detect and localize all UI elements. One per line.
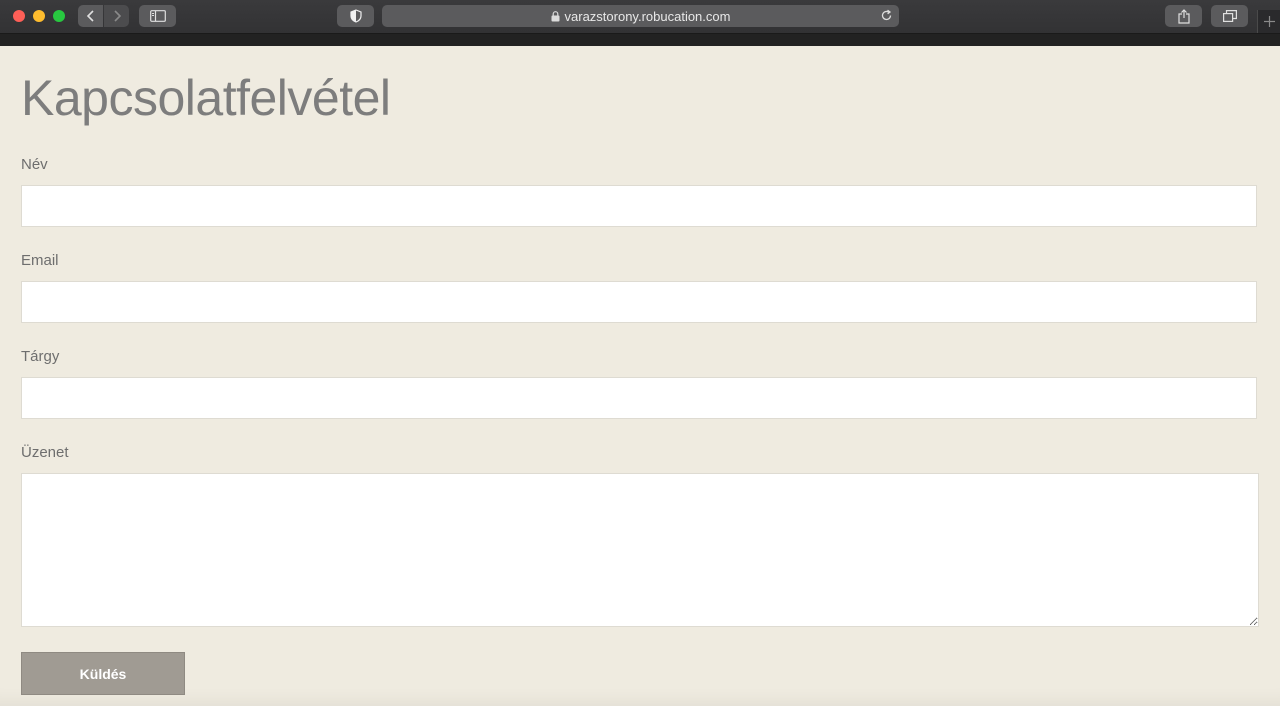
submit-button[interactable]: Küldés bbox=[21, 652, 185, 695]
lock-icon bbox=[551, 10, 560, 22]
window-minimize-button[interactable] bbox=[33, 10, 45, 22]
browser-toolbar: varazstorony.robucation.com bbox=[0, 0, 1280, 34]
forward-button[interactable] bbox=[104, 5, 129, 27]
back-button[interactable] bbox=[78, 5, 103, 27]
name-field[interactable] bbox=[21, 185, 1257, 227]
subject-field[interactable] bbox=[21, 377, 1257, 419]
plus-icon bbox=[1263, 16, 1275, 27]
forward-chevron-icon bbox=[113, 10, 121, 22]
message-label: Üzenet bbox=[21, 444, 69, 461]
window-zoom-button[interactable] bbox=[53, 10, 65, 22]
new-tab-button[interactable] bbox=[1257, 10, 1280, 33]
message-textarea[interactable] bbox=[21, 473, 1259, 627]
web-page-content: Kapcsolatfelvétel Név Email Tárgy Üzenet… bbox=[0, 46, 1280, 706]
name-label: Név bbox=[21, 156, 48, 173]
page-title: Kapcsolatfelvétel bbox=[21, 70, 391, 126]
email-field[interactable] bbox=[21, 281, 1257, 323]
subject-label: Tárgy bbox=[21, 348, 60, 365]
share-icon bbox=[1177, 8, 1190, 24]
reload-icon[interactable] bbox=[880, 9, 893, 25]
share-button[interactable] bbox=[1165, 5, 1202, 27]
email-label: Email bbox=[21, 252, 59, 269]
address-bar[interactable]: varazstorony.robucation.com bbox=[382, 5, 899, 27]
tab-overview-button[interactable] bbox=[1211, 5, 1248, 27]
address-bar-url: varazstorony.robucation.com bbox=[564, 8, 731, 24]
back-chevron-icon bbox=[86, 10, 94, 22]
sidebar-icon bbox=[149, 10, 166, 22]
window-close-button[interactable] bbox=[13, 10, 25, 22]
shield-icon bbox=[349, 9, 362, 23]
privacy-report-button[interactable] bbox=[337, 5, 374, 27]
tab-bar-strip bbox=[0, 34, 1280, 46]
tabs-overview-icon bbox=[1222, 10, 1237, 22]
sidebar-toggle-button[interactable] bbox=[139, 5, 176, 27]
navigation-buttons bbox=[78, 5, 129, 27]
